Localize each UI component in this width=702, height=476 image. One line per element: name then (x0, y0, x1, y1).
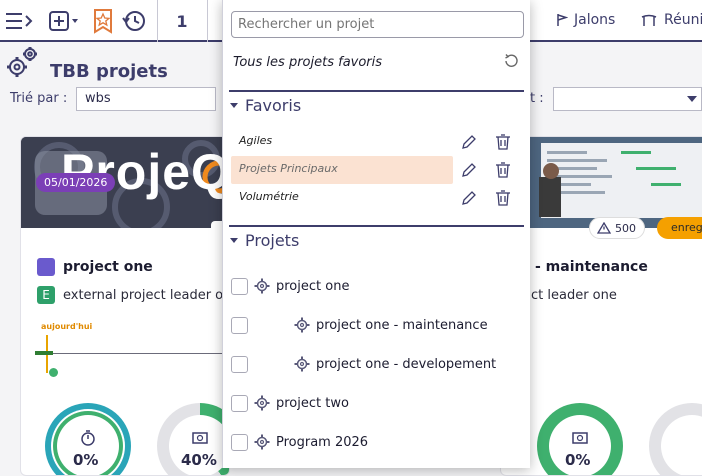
reset-icon[interactable] (503, 53, 519, 73)
filter-select[interactable] (553, 87, 702, 111)
warning-icon (597, 222, 611, 234)
favorite-item-selected[interactable]: Projets Principaux (231, 156, 453, 184)
nav-label: Jalons (574, 12, 616, 28)
money-icon (572, 432, 588, 444)
sort-select[interactable]: wbs (76, 87, 216, 111)
gauge-value: 0% (565, 451, 591, 469)
project-checkbox[interactable] (231, 316, 248, 334)
secondary-gauge (649, 403, 702, 475)
nav-jalons[interactable]: Jalons (556, 12, 615, 28)
project-leader: ct leader one (531, 288, 617, 303)
favorite-actions (461, 184, 521, 212)
today-label: aujourd'hui (41, 322, 93, 331)
favorite-actions (461, 128, 521, 156)
all-favorites-link[interactable]: Tous les projets favoris (233, 55, 382, 70)
project-banner (501, 137, 702, 228)
project-gear-icon (294, 356, 310, 372)
status-badge: enreg (657, 217, 702, 239)
project-label: project one - developement (316, 356, 497, 372)
timeline-axis (35, 353, 229, 354)
history-clock-icon[interactable] (120, 6, 148, 36)
nav-reunions[interactable]: Réuni (640, 12, 702, 28)
project-list-item[interactable]: project two (231, 391, 349, 415)
trash-icon[interactable] (495, 134, 511, 150)
gauge-value: 0% (73, 451, 99, 469)
counter[interactable]: 1 (170, 6, 194, 36)
edit-pencil-icon[interactable] (461, 162, 477, 178)
toolbar-divider (207, 0, 208, 42)
nav-label: Réuni (664, 12, 702, 28)
project-checkbox[interactable] (231, 277, 248, 295)
trash-icon[interactable] (495, 162, 511, 178)
stopwatch-icon (81, 430, 95, 446)
project-label: project one (276, 278, 350, 294)
favorite-item[interactable]: Agiles (231, 128, 453, 156)
edit-pencil-icon[interactable] (461, 134, 477, 150)
banner-text: ProjeQ (61, 144, 230, 200)
money-icon (192, 432, 208, 444)
budget-gauge: 0% (537, 403, 623, 475)
trash-icon[interactable] (495, 190, 511, 206)
date-badge: 05/01/2026 (36, 173, 116, 192)
caret-down-icon (230, 102, 238, 108)
project-leader: external project leader o (63, 288, 224, 303)
project-label: project one - maintenance (316, 317, 488, 333)
project-checkbox[interactable] (231, 433, 248, 451)
timeline-bar (35, 351, 53, 355)
search-project-input[interactable] (231, 11, 524, 38)
program-gear-icon (254, 434, 270, 450)
project-checkbox[interactable] (231, 394, 248, 412)
flag-icon (557, 14, 568, 26)
favorite-star-icon[interactable] (90, 6, 116, 36)
project-gear-icon (294, 317, 310, 333)
project-color-square (37, 258, 55, 276)
leader-avatar: E (37, 286, 55, 304)
favorite-item[interactable]: Volumétrie (231, 184, 453, 212)
project-gear-icon (254, 395, 270, 411)
menu-icon[interactable] (2, 6, 36, 36)
project-list-item[interactable]: project one - developement (231, 352, 496, 376)
favorite-actions (461, 156, 521, 184)
chevron-down-icon (687, 96, 697, 102)
toolbar-divider (157, 0, 158, 42)
sort-label: Trié par : (10, 91, 68, 106)
filter-label: t : (530, 91, 544, 106)
projects-section-header[interactable]: Projets (229, 225, 524, 250)
warning-count: 500 (615, 221, 636, 235)
project-card[interactable]: 500 enreg - maintenance ct leader one 0% (500, 136, 702, 476)
page-title: TBB projets (50, 61, 168, 82)
caret-down-icon (230, 237, 238, 243)
project-name[interactable]: project one (63, 259, 153, 275)
settings-gears-icon[interactable] (4, 46, 40, 84)
projects-header: Projets (245, 231, 300, 250)
project-list-item[interactable]: Program 2026 (231, 430, 368, 454)
gauge-value: 40% (181, 451, 217, 469)
time-gauge: 0% (45, 403, 131, 475)
favorites-header: Favoris (245, 96, 302, 115)
edit-pencil-icon[interactable] (461, 190, 477, 206)
project-list-item[interactable]: project one - maintenance (231, 313, 488, 337)
project-checkbox[interactable] (231, 355, 248, 373)
milestone-dot (49, 368, 58, 377)
budget-gauge: 40% (157, 403, 229, 475)
project-selector-dropdown: Tous les projets favoris Favoris Agiles … (222, 0, 530, 468)
favorites-section-header[interactable]: Favoris (229, 90, 524, 115)
add-project-button[interactable] (46, 6, 82, 36)
project-list-item[interactable]: project one (231, 274, 349, 298)
project-label: Program 2026 (276, 434, 369, 450)
meeting-table-icon (641, 14, 657, 26)
project-label: project two (276, 395, 349, 411)
project-name[interactable]: - maintenance (535, 259, 648, 275)
project-gear-icon (254, 278, 270, 294)
warning-badge: 500 (589, 217, 645, 239)
